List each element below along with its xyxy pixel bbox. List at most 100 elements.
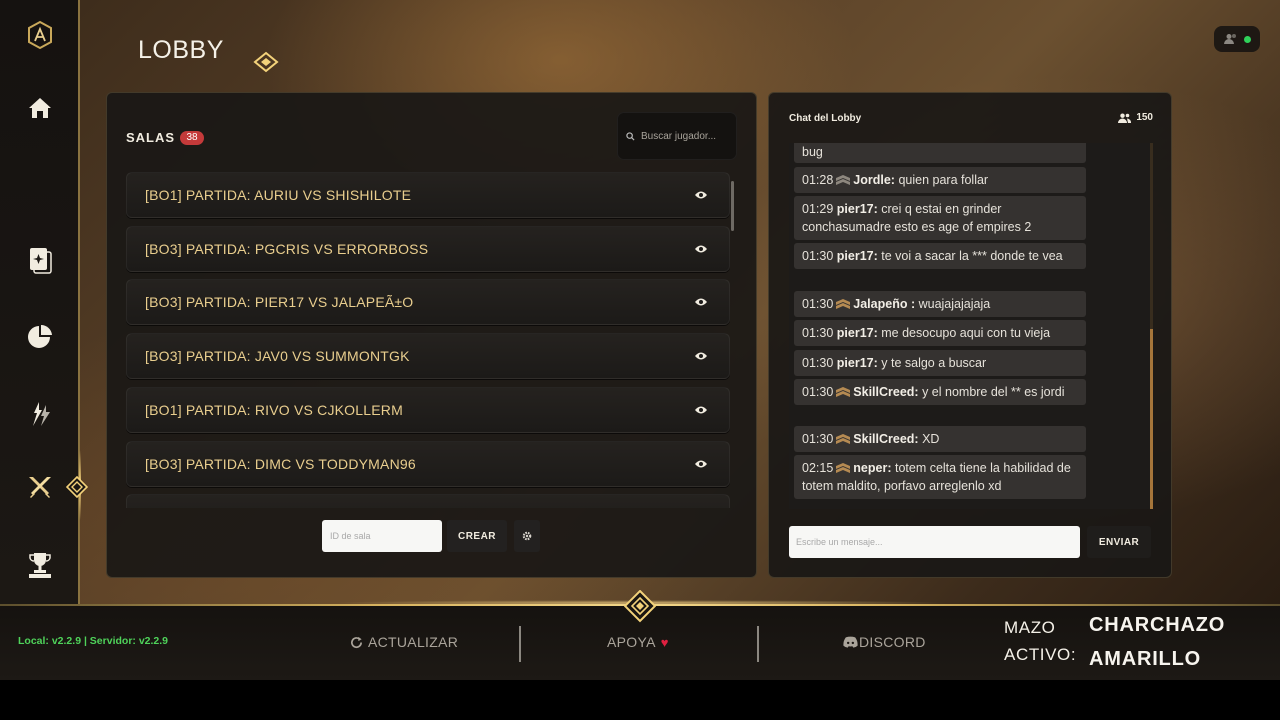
sidebar [0,0,88,604]
room-settings-button[interactable] [514,520,540,552]
footer-bar: Local: v2.2.9 | Servidor: v2.2.9 ACTUALI… [0,590,1280,680]
deck-label: MAZO [1004,618,1056,637]
room-row[interactable]: [BO1] PARTIDA: RIVO VS CJKOLLERM [126,387,730,433]
message-text: XD [922,432,940,446]
support-label: APOYA [607,634,656,650]
create-room-button[interactable]: CREAR [447,520,507,552]
rank-badge-icon [836,299,851,309]
message-user[interactable]: SkillCreed: [853,385,918,399]
eye-icon[interactable] [695,405,707,415]
support-button[interactable]: APOYA ♥ [607,634,669,650]
message-user[interactable]: pier17: [837,356,878,370]
room-name: [BO3] PARTIDA: DIMC VS TODDYMAN96 [145,456,416,472]
message-text: y te salgo a buscar [881,356,987,370]
room-row[interactable]: [BO3] PARTIDA: PGCRIS VS ERRORBOSS [126,226,730,272]
message-text: y el nombre del ** es jordi [922,385,1065,399]
chat-message-input[interactable] [789,526,1080,558]
discord-icon [843,636,858,648]
eye-icon[interactable] [695,459,707,469]
card-icon[interactable] [20,240,60,280]
active-indicator-icon [66,476,88,498]
room-name: [BO1] PARTIDA: RIVO VS CJKOLLERM [145,402,403,418]
footer-ornament-icon [624,590,656,623]
room-name: [BO3] PARTIDA: JAV0 VS SUMMONTGK [145,348,410,364]
message-text: quien para follar [898,173,989,187]
version-label: Local: v2.2.9 | Servidor: v2.2.9 [18,635,169,647]
player-search-input[interactable] [641,130,731,142]
chat-messages: bug 01:28 Jordle: quien para follar 01:29… [789,143,1153,509]
message-user[interactable]: pier17: [837,202,878,216]
trophy-icon[interactable] [20,545,60,585]
eye-icon[interactable] [695,190,707,200]
message-text: te voi a sacar la *** donde te vea [881,249,1063,263]
rooms-panel: SALAS 38 [BO1] PARTIDA: AURIU VS SHISHIL… [106,92,757,578]
pie-chart-icon[interactable] [20,317,60,357]
discord-label: DISCORD [859,634,926,650]
chat-message: 01:29 pier17: crei q estai en grinder co… [794,196,1086,240]
room-row[interactable]: [BO3] PARTIDA: JAV0 VS SUMMONTGK [126,333,730,379]
eye-icon[interactable] [695,351,707,361]
message-time: 01:30 [802,432,834,446]
footer-separator [757,626,759,662]
message-user[interactable]: pier17: [837,249,878,263]
message-user[interactable]: neper: [853,461,891,475]
letterbox-bar [0,680,1280,720]
player-search-box[interactable] [617,112,737,160]
message-text: me desocupo aqui con tu vieja [881,326,1051,340]
room-row[interactable]: [BO3] PARTIDA: PIER17 VS JALAPEÃ±O [126,279,730,325]
message-user[interactable]: pier17: [837,326,878,340]
message-time: 01:30 [802,297,834,311]
active-deck-name[interactable]: AMARILLO [1089,648,1201,671]
chat-message: 01:30 pier17: y te salgo a buscar [794,350,1086,376]
search-icon [626,131,635,141]
crossed-swords-icon[interactable] [20,468,60,508]
message-time: 01:30 [802,249,834,263]
room-row[interactable]: [BO3] PARTIDA: DIMC VS TODDYMAN96 [126,441,730,487]
home-icon[interactable] [20,88,60,128]
chat-scrollbar[interactable] [1150,329,1153,509]
send-button[interactable]: ENVIAR [1087,526,1151,558]
room-name: [BO3] PARTIDA: PGCRIS VS ERRORBOSS [145,241,429,257]
footer-separator [519,626,521,662]
online-count: 150 [1136,112,1153,123]
update-button[interactable]: ACTUALIZAR [350,634,458,650]
chat-message: 01:30 SkillCreed: XD [794,426,1086,452]
message-user[interactable]: Jordle: [853,173,895,187]
message-time: 01:30 [802,385,834,399]
chat-message: 01:30 pier17: te voi a sacar la *** dond… [794,243,1086,269]
room-list-scrollbar[interactable] [731,181,734,231]
update-label: ACTUALIZAR [368,634,459,650]
chat-message: bug [794,143,1086,163]
rooms-count-badge: 38 [180,131,204,145]
chat-message: 01:30 Jalapeño : wuajajajajaja [794,291,1086,317]
rank-badge-icon [836,434,851,444]
room-row[interactable] [126,494,730,508]
eye-icon[interactable] [695,297,707,307]
message-time: 01:30 [802,326,834,340]
discord-button[interactable]: DISCORD [843,634,926,650]
message-user[interactable]: SkillCreed: [853,432,918,446]
app-window: LOBBY SALAS 38 [BO1] PARTIDA: AURIU VS S… [0,0,1280,680]
rooms-label: SALAS [126,130,176,145]
deck-label: ACTIVO: [1004,645,1077,664]
chat-message: 02:15 neper: totem celta tiene la habilid… [794,455,1086,499]
title-ornament-icon [253,51,510,73]
message-text: wuajajajajaja [918,297,991,311]
heart-icon: ♥ [660,634,669,650]
online-status-widget[interactable] [1214,26,1260,52]
message-time: 01:30 [802,356,834,370]
rank-badge-icon [836,463,851,473]
chat-panel: Chat del Lobby 150 bug 01:28 Jordle: quie… [768,92,1172,578]
chat-online-count: 150 [1118,112,1153,123]
clash-icon[interactable] [20,394,60,434]
eye-icon[interactable] [695,244,707,254]
room-name: [BO3] PARTIDA: PIER17 VS JALAPEÃ±O [145,294,414,310]
chat-message: 01:30 pier17: me desocupo aqui con tu vi… [794,320,1086,346]
room-row[interactable]: [BO1] PARTIDA: AURIU VS SHISHILOTE [126,172,730,218]
emblem-icon[interactable] [20,15,60,55]
active-deck-name[interactable]: CHARCHAZO [1089,614,1225,637]
room-id-input[interactable] [322,520,442,552]
message-time: 01:29 [802,202,834,216]
chat-message: 01:28 Jordle: quien para follar [794,167,1086,193]
message-user[interactable]: Jalapeño : [853,297,915,311]
